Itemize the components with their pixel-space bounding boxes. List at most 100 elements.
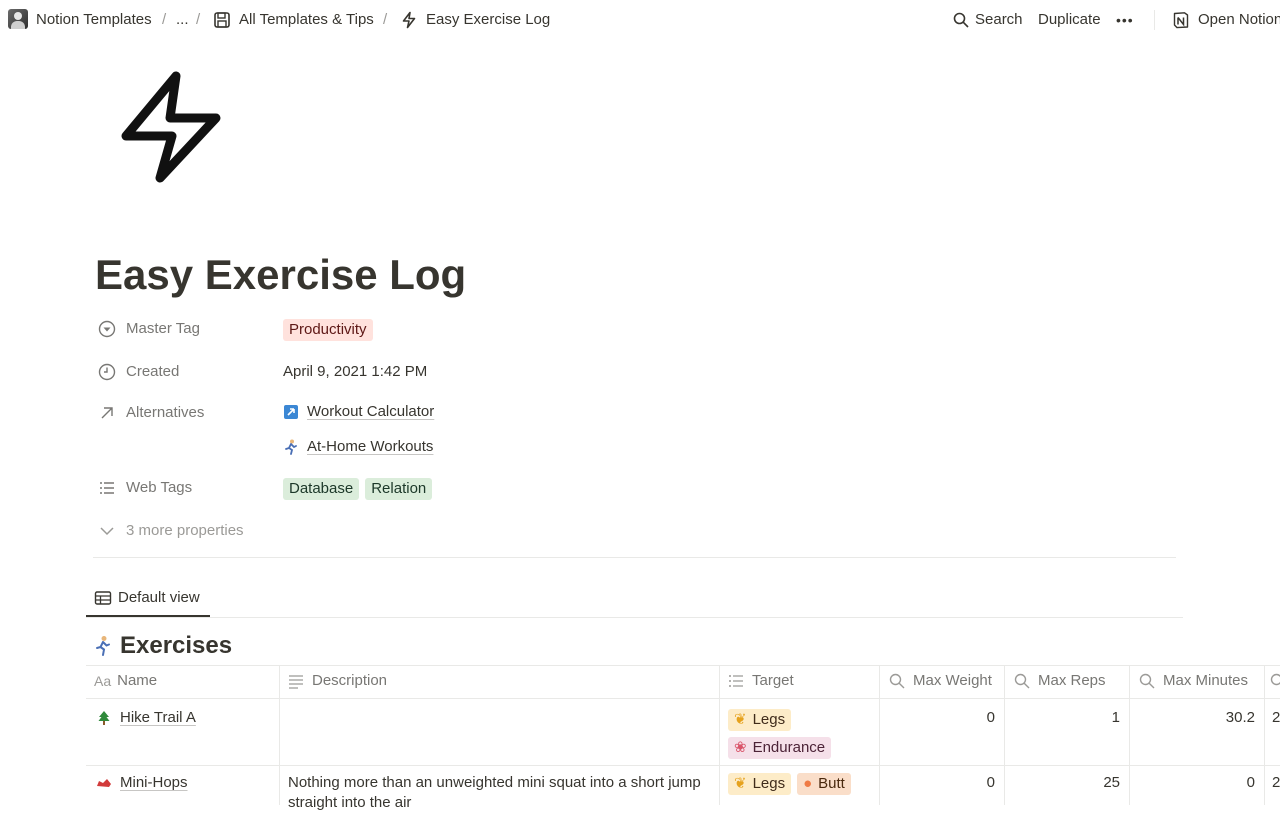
workspace-avatar[interactable] bbox=[8, 9, 28, 29]
header-bottom-border bbox=[86, 698, 1280, 699]
tag-endurance: ❀ Endurance bbox=[728, 737, 831, 759]
column-header-overflow[interactable] bbox=[1270, 671, 1280, 691]
alternative-link[interactable]: At-Home Workouts bbox=[307, 437, 433, 457]
properties-divider bbox=[93, 557, 1176, 558]
alternative-item[interactable]: Workout Calculator bbox=[283, 402, 434, 422]
breadcrumb-separator: / bbox=[162, 10, 166, 30]
top-bar: Notion Templates / ... / All Templates &… bbox=[0, 0, 1280, 40]
lightning-bolt-icon bbox=[400, 11, 418, 29]
row-max-minutes[interactable]: 30.2 bbox=[1140, 708, 1255, 728]
tag-productivity: Productivity bbox=[283, 319, 373, 341]
column-divider bbox=[1264, 665, 1265, 805]
row-description[interactable]: Nothing more than an unweighted mini squ… bbox=[288, 773, 708, 813]
row-overflow-cell[interactable]: 2 bbox=[1272, 708, 1280, 728]
toolbar-divider bbox=[1154, 10, 1155, 30]
search-label: Search bbox=[975, 10, 1023, 30]
list-icon bbox=[98, 479, 116, 497]
tab-default-view[interactable]: Default view bbox=[94, 588, 200, 608]
open-notion-label: Open Notion bbox=[1198, 10, 1280, 30]
property-master-tag-label[interactable]: Master Tag bbox=[98, 319, 200, 339]
tag-legs: ❦Legs bbox=[728, 709, 791, 731]
property-web-tags-value[interactable]: Database Relation bbox=[283, 478, 438, 500]
tag-label: Endurance bbox=[753, 739, 826, 756]
lightning-bolt-icon[interactable] bbox=[118, 68, 226, 186]
tab-label: Default view bbox=[118, 588, 200, 608]
column-divider bbox=[1129, 665, 1130, 805]
alternative-item[interactable]: At-Home Workouts bbox=[283, 437, 433, 457]
table-icon bbox=[94, 589, 112, 607]
row-max-reps[interactable]: 25 bbox=[1015, 773, 1120, 793]
leg-emoji-icon: ❦ bbox=[734, 775, 747, 792]
row-border bbox=[86, 765, 1280, 766]
database-title[interactable]: Exercises bbox=[94, 630, 232, 662]
evergreen-tree-emoji-icon bbox=[96, 710, 112, 726]
tag-label: Legs bbox=[753, 775, 786, 792]
property-label-text: Master Tag bbox=[126, 319, 200, 339]
row-max-weight[interactable]: 0 bbox=[890, 708, 995, 728]
row-target-tags: ❦ Legs ● Butt bbox=[728, 773, 857, 795]
row-max-minutes[interactable]: 0 bbox=[1140, 773, 1255, 793]
row-target-tag: ❀ Endurance bbox=[728, 737, 837, 759]
clock-icon bbox=[98, 363, 116, 381]
tag-butt: ● Butt bbox=[797, 773, 851, 795]
alternative-link[interactable]: Workout Calculator bbox=[307, 402, 434, 422]
more-properties-toggle[interactable]: 3 more properties bbox=[98, 521, 244, 541]
column-header-name[interactable]: Aa Name bbox=[94, 671, 157, 691]
breadcrumb-page-label: Easy Exercise Log bbox=[426, 10, 550, 30]
breadcrumb-ellipsis[interactable]: ... bbox=[176, 10, 189, 30]
row-title[interactable]: Hike Trail A bbox=[120, 708, 196, 728]
column-header-max-weight[interactable]: Max Weight bbox=[889, 671, 992, 691]
column-header-target[interactable]: Target bbox=[728, 671, 794, 691]
database-title-label: Exercises bbox=[120, 630, 232, 662]
search-button[interactable]: Search bbox=[953, 10, 1023, 30]
table-row-name[interactable]: Mini-Hops bbox=[96, 773, 188, 793]
column-divider bbox=[279, 665, 280, 805]
tag-label: Legs bbox=[753, 711, 786, 728]
row-overflow-cell[interactable]: 2 bbox=[1272, 773, 1280, 793]
row-title[interactable]: Mini-Hops bbox=[120, 773, 188, 793]
page-title[interactable]: Easy Exercise Log bbox=[95, 248, 466, 302]
column-header-label: Max Reps bbox=[1038, 671, 1106, 691]
breadcrumb-page[interactable]: Easy Exercise Log bbox=[400, 10, 550, 30]
property-created-label[interactable]: Created bbox=[98, 362, 179, 382]
column-header-description[interactable]: Description bbox=[288, 671, 387, 691]
column-divider bbox=[719, 665, 720, 805]
table-row-name[interactable]: Hike Trail A bbox=[96, 708, 196, 728]
breadcrumb-section[interactable]: All Templates & Tips bbox=[213, 10, 374, 30]
more-properties-label: 3 more properties bbox=[126, 521, 244, 541]
column-divider bbox=[1004, 665, 1005, 805]
column-header-label: Target bbox=[752, 671, 794, 691]
sneaker-emoji-icon bbox=[96, 775, 112, 791]
notion-logo-icon bbox=[1172, 11, 1190, 29]
column-header-max-minutes[interactable]: Max Minutes bbox=[1139, 671, 1248, 691]
property-alternatives-label[interactable]: Alternatives bbox=[98, 403, 204, 423]
lungs-emoji-icon: ❀ bbox=[734, 739, 747, 756]
text-lines-icon bbox=[288, 673, 304, 689]
column-header-label: Name bbox=[117, 671, 157, 691]
calculator-emoji-icon bbox=[283, 404, 299, 420]
duplicate-button[interactable]: Duplicate bbox=[1038, 10, 1101, 30]
column-header-max-reps[interactable]: Max Reps bbox=[1014, 671, 1106, 691]
peach-emoji-icon: ● bbox=[803, 775, 812, 792]
tag-legs: ❦ Legs bbox=[728, 773, 791, 795]
column-header-label: Max Weight bbox=[913, 671, 992, 691]
breadcrumb-separator: / bbox=[383, 10, 387, 30]
more-options-button[interactable]: ••• bbox=[1116, 10, 1134, 30]
row-max-reps[interactable]: 1 bbox=[1015, 708, 1120, 728]
tag-label: Butt bbox=[818, 775, 845, 792]
table-top-border bbox=[86, 665, 1280, 666]
tag-database: Database bbox=[283, 478, 359, 500]
breadcrumb-workspace[interactable]: Notion Templates bbox=[36, 10, 152, 30]
property-label-text: Created bbox=[126, 362, 179, 382]
property-label-text: Alternatives bbox=[126, 403, 204, 423]
running-person-emoji-icon bbox=[283, 439, 299, 455]
row-max-weight[interactable]: 0 bbox=[890, 773, 995, 793]
arrow-up-right-icon bbox=[98, 404, 116, 422]
property-master-tag-value[interactable]: Productivity bbox=[283, 319, 379, 341]
tag-relation: Relation bbox=[365, 478, 432, 500]
open-notion-button[interactable]: Open Notion bbox=[1172, 10, 1280, 30]
breadcrumb-section-label: All Templates & Tips bbox=[239, 10, 374, 30]
property-web-tags-label[interactable]: Web Tags bbox=[98, 478, 192, 498]
search-icon bbox=[1139, 673, 1155, 689]
text-type-icon: Aa bbox=[94, 671, 111, 691]
